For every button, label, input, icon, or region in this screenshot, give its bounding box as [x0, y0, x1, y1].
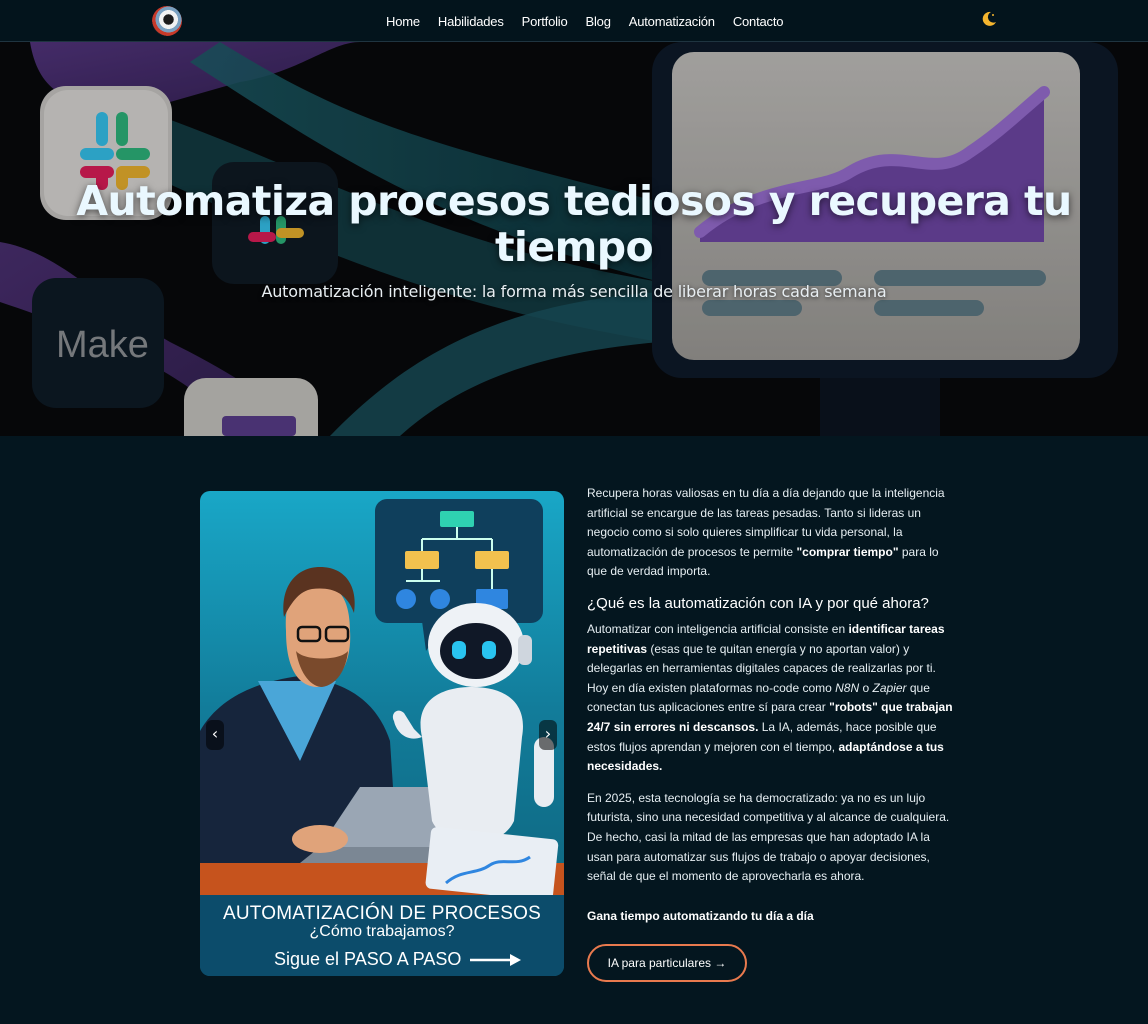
definition-paragraph: Automatizar con inteligencia artificial … [587, 620, 953, 777]
site-logo[interactable] [152, 6, 182, 36]
carousel-caption-cta: Sigue el PASO A PASO [274, 949, 522, 970]
carousel-prev-button[interactable]: ‹ [206, 720, 224, 750]
hero-title: Automatiza procesos tediosos y recupera … [76, 177, 1072, 271]
top-navbar: Home Habilidades Portfolio Blog Automati… [0, 0, 1148, 42]
intro-bold: "comprar tiempo" [796, 544, 899, 559]
arrow-right-icon [470, 954, 522, 967]
carousel-caption-cta-text: Sigue el PASO A PASO [274, 949, 462, 969]
main-nav: Home Habilidades Portfolio Blog Automati… [386, 0, 801, 42]
particulares-button[interactable]: IA para particulares → [587, 944, 747, 982]
hero-banner: Make Automatiza procesos tediosos y recu… [0, 42, 1148, 436]
automation-intro-section: AUTOMATIZACIÓN DE PROCESOS ¿Cómo trabaja… [0, 436, 1148, 1024]
def-text-c: o [859, 680, 873, 695]
def-italic-n8n: N8N [835, 680, 860, 695]
context-paragraph: En 2025, esta tecnología se ha democrati… [587, 790, 950, 884]
nav-portfolio[interactable]: Portfolio [522, 14, 568, 29]
section-heading: ¿Qué es la automatización con IA y por q… [587, 594, 929, 612]
nav-contacto[interactable]: Contacto [733, 14, 784, 29]
article-text: Recupera horas valiosas en tu día a día … [587, 484, 953, 899]
automation-illustration [200, 499, 564, 895]
nav-home[interactable]: Home [386, 14, 420, 29]
def-text-a: Automatizar con inteligencia artificial … [587, 621, 849, 636]
cta-tagline: Gana tiempo automatizando tu día a día [587, 909, 814, 923]
moon-icon[interactable] [980, 10, 998, 28]
carousel-caption-title: AUTOMATIZACIÓN DE PROCESOS [222, 903, 542, 924]
carousel-next-button[interactable]: › [539, 720, 557, 750]
hero-subtitle: Automatización inteligente: la forma más… [261, 282, 887, 301]
intro-paragraph: Recupera horas valiosas en tu día a día … [587, 484, 953, 582]
def-italic-zapier: Zapier [872, 680, 907, 695]
image-carousel: AUTOMATIZACIÓN DE PROCESOS ¿Cómo trabaja… [200, 491, 564, 976]
nav-automatizacion[interactable]: Automatización [629, 14, 715, 29]
carousel-caption-subtitle: ¿Cómo trabajamos? [309, 923, 455, 940]
nav-habilidades[interactable]: Habilidades [438, 14, 504, 29]
nav-blog[interactable]: Blog [586, 14, 611, 29]
